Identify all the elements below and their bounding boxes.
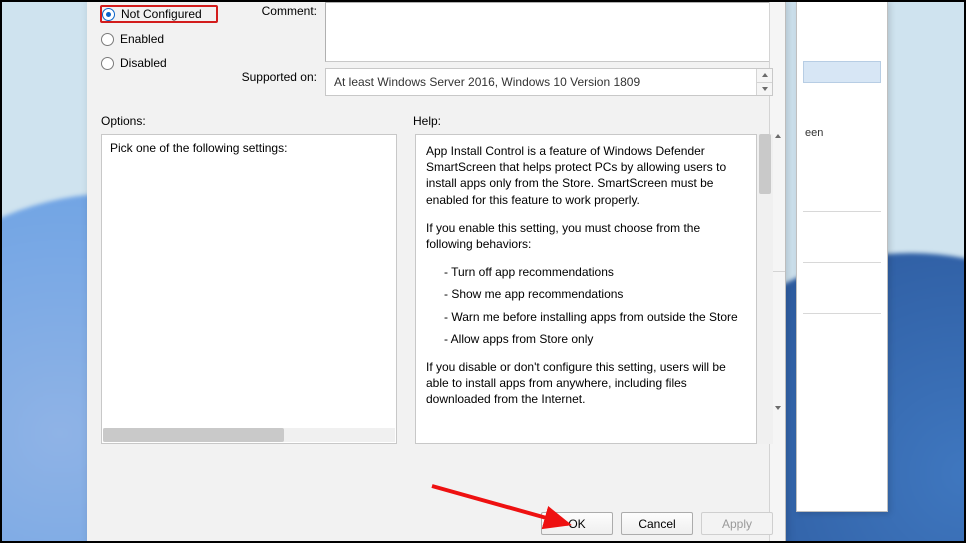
supported-on-text: At least Windows Server 2016, Windows 10… <box>334 75 640 89</box>
options-text: Pick one of the following settings: <box>110 141 287 155</box>
radio-not-configured[interactable]: Not Configured <box>101 6 217 22</box>
radio-dot-icon <box>102 8 115 21</box>
help-paragraph: If you disable or don't configure this s… <box>426 359 746 408</box>
radio-label: Disabled <box>120 56 167 70</box>
supported-spinner[interactable] <box>756 69 772 95</box>
help-paragraph: App Install Control is a feature of Wind… <box>426 143 746 208</box>
cancel-button[interactable]: Cancel <box>621 512 693 535</box>
chevron-up-icon <box>762 73 768 77</box>
apply-button[interactable]: Apply <box>701 512 773 535</box>
supported-on-label: Supported on: <box>235 68 317 84</box>
help-heading: Help: <box>413 114 441 128</box>
options-horizontal-scrollbar[interactable] <box>103 428 395 442</box>
comment-label: Comment: <box>235 2 317 18</box>
comment-textarea[interactable] <box>325 2 773 62</box>
help-vertical-scrollbar[interactable] <box>757 134 773 444</box>
dialog-button-row: OK Cancel Apply <box>87 512 773 535</box>
radio-enabled[interactable]: Enabled <box>101 32 217 46</box>
supported-on-field: At least Windows Server 2016, Windows 10… <box>325 68 773 96</box>
state-radio-group: Not Configured Enabled Disabled <box>101 2 217 70</box>
background-window-fragment: een <box>805 127 823 139</box>
help-bullet: - Turn off app recommendations <box>444 264 746 280</box>
help-bullet: - Show me app recommendations <box>444 286 746 302</box>
radio-label: Not Configured <box>121 7 202 21</box>
chevron-down-icon <box>762 87 768 91</box>
radio-dot-icon <box>101 57 114 70</box>
help-bullet: - Allow apps from Store only <box>444 331 746 347</box>
scrollbar-thumb[interactable] <box>759 134 771 194</box>
help-bullet: - Warn me before installing apps from ou… <box>444 309 746 325</box>
chevron-up-icon <box>775 134 781 138</box>
options-heading: Options: <box>101 114 146 128</box>
radio-dot-icon <box>101 33 114 46</box>
policy-dialog: Not Configured Enabled Disabled Comment: <box>87 0 786 543</box>
radio-disabled[interactable]: Disabled <box>101 56 217 70</box>
options-pane: Pick one of the following settings: <box>101 134 397 444</box>
chevron-down-icon <box>775 406 781 410</box>
radio-label: Enabled <box>120 32 164 46</box>
help-pane: App Install Control is a feature of Wind… <box>415 134 757 444</box>
ok-button[interactable]: OK <box>541 512 613 535</box>
help-paragraph: If you enable this setting, you must cho… <box>426 220 746 252</box>
background-window: een <box>796 0 888 512</box>
